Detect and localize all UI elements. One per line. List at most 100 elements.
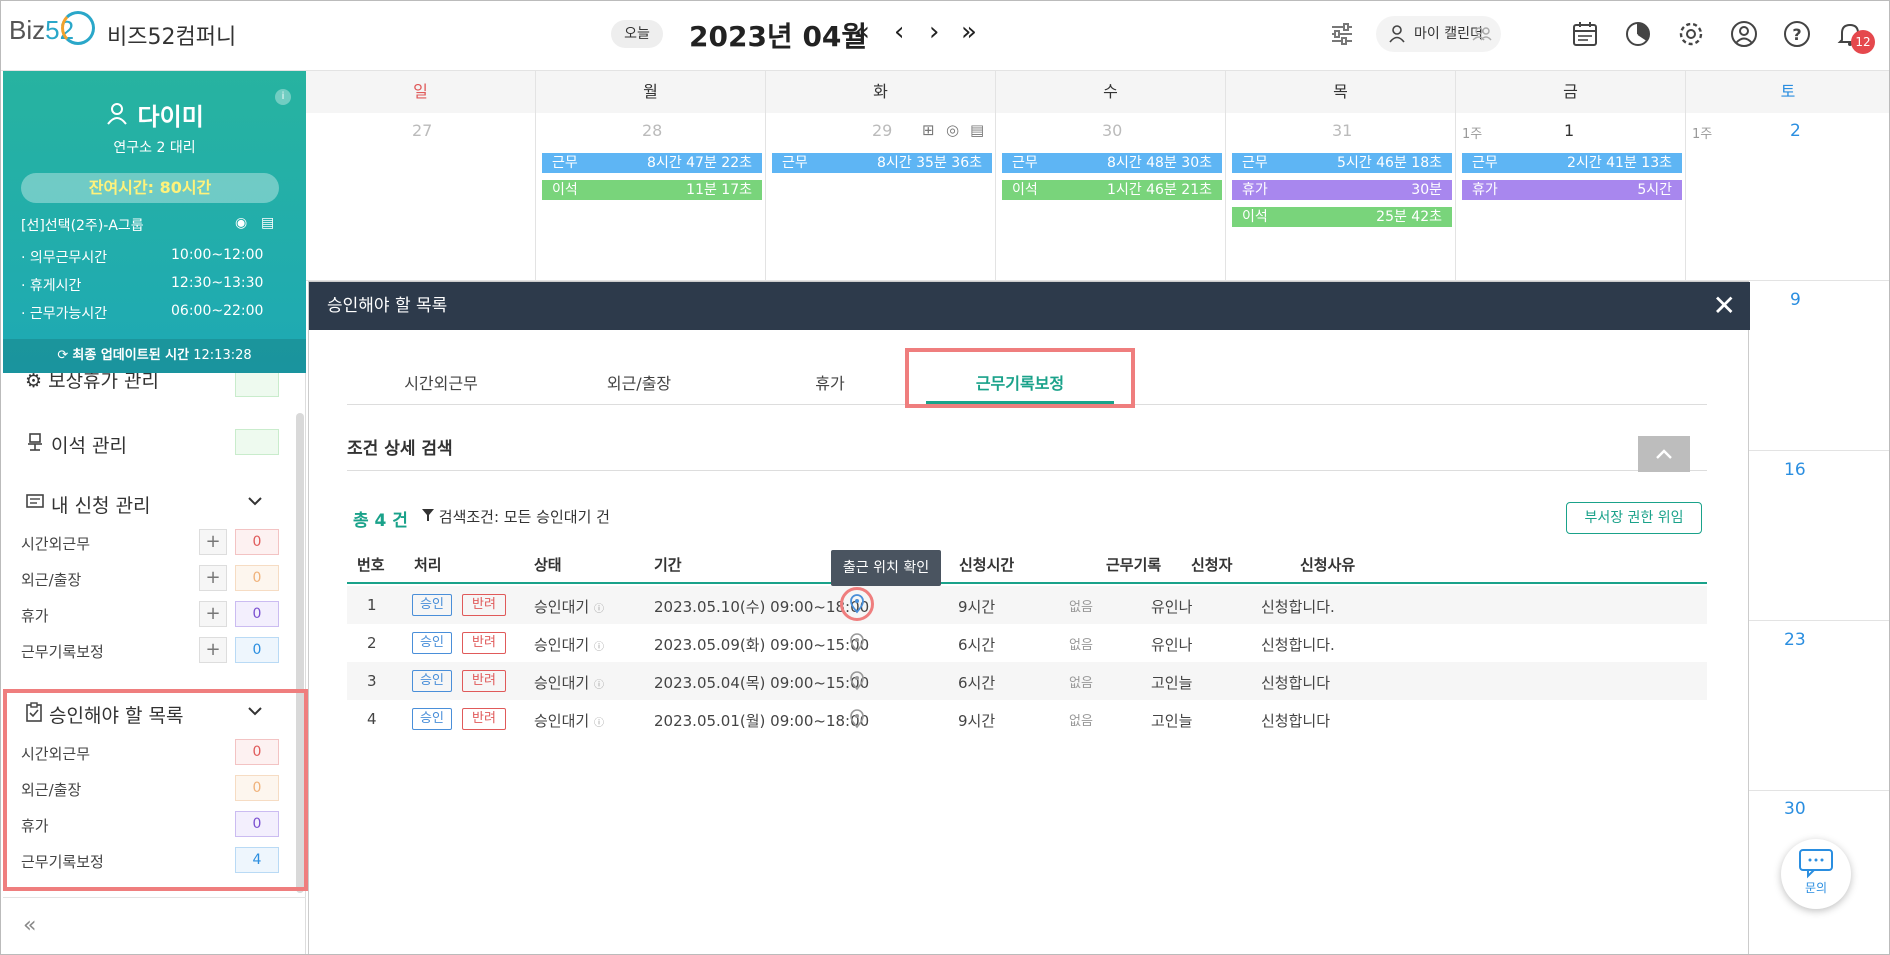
date-number: 1 bbox=[1564, 121, 1575, 140]
event-label: 이석 bbox=[552, 182, 578, 198]
event-away[interactable]: 이석 25분 42초 bbox=[1232, 207, 1452, 227]
date-number: 27 bbox=[412, 121, 433, 140]
info-icon[interactable]: ⓘ bbox=[594, 604, 604, 615]
delegate-authority-button[interactable]: 부서장 권한 위임 bbox=[1566, 502, 1702, 534]
tab-vacation[interactable]: 휴가 bbox=[736, 370, 924, 394]
add-event-icon[interactable]: ⊞ bbox=[922, 121, 935, 139]
chevron-down-icon[interactable] bbox=[247, 493, 263, 513]
tab-overtime[interactable]: 시간외근무 bbox=[347, 370, 535, 394]
prev-month-button[interactable]: ‹ bbox=[894, 17, 904, 47]
request-outside-count[interactable]: 0 bbox=[235, 565, 279, 591]
profile-circle-icon[interactable] bbox=[1728, 18, 1760, 50]
tab-outside-work[interactable]: 외근/출장 bbox=[545, 370, 733, 394]
schedule-duty: · 의무근무시간 10:00~12:00 bbox=[21, 247, 263, 267]
away-list-icon[interactable] bbox=[235, 429, 279, 455]
my-calendar-button[interactable]: 마이 캘린더 bbox=[1376, 16, 1501, 52]
event-value: 5시간 bbox=[1637, 182, 1672, 198]
approve-button[interactable]: 승인 bbox=[412, 708, 452, 730]
sidebar-divider bbox=[3, 897, 306, 898]
next-year-button[interactable]: » bbox=[961, 17, 977, 47]
event-vacation[interactable]: 휴가 30분 bbox=[1232, 180, 1452, 200]
last-updated[interactable]: ⟳ 최종 업데이트된 시간 12:13:28 bbox=[3, 339, 306, 373]
approve-button[interactable]: 승인 bbox=[412, 594, 452, 616]
settings-gear-icon[interactable] bbox=[1675, 18, 1707, 50]
search-condition: 검색조건: 모든 승인대기 건 bbox=[422, 506, 610, 527]
collapse-search-button[interactable] bbox=[1638, 436, 1690, 472]
reject-button[interactable]: 반려 bbox=[462, 708, 506, 730]
event-label: 근무 bbox=[782, 155, 808, 171]
event-value: 8시간 48분 30초 bbox=[1107, 155, 1212, 171]
schedule-duty-value: 10:00~12:00 bbox=[171, 247, 264, 263]
add-outside-button[interactable]: + bbox=[199, 565, 227, 591]
event-away[interactable]: 이석 11분 17초 bbox=[542, 180, 762, 200]
document-icon[interactable]: ▤ bbox=[261, 215, 274, 231]
add-overtime-button[interactable]: + bbox=[199, 529, 227, 555]
help-icon[interactable]: ? bbox=[1781, 18, 1813, 50]
request-overtime-count[interactable]: 0 bbox=[235, 529, 279, 555]
my-requests-header[interactable]: 내 신청 관리 bbox=[25, 491, 151, 518]
schedule-break-value: 12:30~13:30 bbox=[171, 275, 264, 291]
location-pin-icon[interactable]: ◉ bbox=[235, 215, 247, 231]
approve-button[interactable]: 승인 bbox=[412, 632, 452, 654]
inquiry-chat-button[interactable]: 문의 bbox=[1781, 839, 1851, 909]
approve-button[interactable]: 승인 bbox=[412, 670, 452, 692]
location-pin-icon[interactable] bbox=[849, 709, 865, 729]
info-icon[interactable]: ⓘ bbox=[594, 718, 604, 729]
schedule-break-label: · 휴게시간 bbox=[21, 278, 82, 294]
event-vacation[interactable]: 휴가 5시간 bbox=[1462, 180, 1682, 200]
last-updated-time: 12:13:28 bbox=[193, 348, 252, 363]
table-row[interactable]: 3 승인 반려 승인대기 ⓘ 2023.05.04(목) 09:00~15:00… bbox=[347, 662, 1707, 700]
request-correction-count[interactable]: 0 bbox=[235, 637, 279, 663]
location-pin-icon[interactable]: ◎ bbox=[946, 121, 959, 139]
col-request-hours: 신청시간 bbox=[959, 556, 1015, 574]
next-month-button[interactable]: › bbox=[929, 17, 939, 47]
event-work[interactable]: 근무 8시간 48분 30초 bbox=[1002, 153, 1222, 173]
event-label: 이석 bbox=[1012, 182, 1038, 198]
day-cell[interactable] bbox=[1686, 113, 1889, 281]
location-pin-icon[interactable] bbox=[849, 633, 865, 653]
today-button[interactable]: 오늘 bbox=[611, 20, 663, 48]
biz52-logo[interactable]: Biz52 bbox=[9, 11, 95, 46]
prev-year-button[interactable]: « bbox=[854, 17, 870, 47]
away-management-menu[interactable]: 이석 관리 bbox=[25, 431, 127, 458]
row-record: 없음 bbox=[1069, 638, 1093, 653]
row-number: 4 bbox=[367, 710, 377, 728]
row-hours: 9시간 bbox=[958, 598, 996, 616]
refresh-icon[interactable]: ⟳ bbox=[57, 348, 68, 363]
request-vacation-count[interactable]: 0 bbox=[235, 601, 279, 627]
add-correction-button[interactable]: + bbox=[199, 637, 227, 663]
info-icon[interactable]: ⓘ bbox=[594, 642, 604, 653]
add-vacation-button[interactable]: + bbox=[199, 601, 227, 627]
table-row[interactable]: 2 승인 반려 승인대기 ⓘ 2023.05.09(화) 09:00~15:00… bbox=[347, 624, 1707, 662]
dow-sat: 토 bbox=[1686, 71, 1889, 113]
calendar-icon[interactable] bbox=[1569, 18, 1601, 50]
reject-button[interactable]: 반려 bbox=[462, 594, 506, 616]
collapse-sidebar-button[interactable]: « bbox=[23, 913, 36, 938]
row-hours: 6시간 bbox=[958, 674, 996, 692]
event-work[interactable]: 근무 8시간 47분 22초 bbox=[542, 153, 762, 173]
dow-fri: 금 bbox=[1456, 71, 1686, 113]
close-icon[interactable]: ✕ bbox=[1713, 282, 1736, 330]
filter-sliders-icon[interactable] bbox=[1326, 18, 1358, 50]
group-users-icon[interactable] bbox=[1471, 16, 1493, 66]
event-work[interactable]: 근무 8시간 35분 36초 bbox=[772, 153, 992, 173]
checkin-location-icon[interactable] bbox=[840, 587, 874, 621]
dow-thu: 목 bbox=[1226, 71, 1456, 113]
event-away[interactable]: 이석 1시간 46분 21초 bbox=[1002, 180, 1222, 200]
event-work[interactable]: 근무 5시간 46분 18초 bbox=[1232, 153, 1452, 173]
table-row[interactable]: 4 승인 반려 승인대기 ⓘ 2023.05.01(월) 09:00~18:00… bbox=[347, 700, 1707, 738]
memo-icon[interactable]: ▤ bbox=[970, 121, 984, 139]
company-name: 비즈52컴퍼니 bbox=[107, 25, 237, 50]
row-record: 없음 bbox=[1069, 714, 1093, 729]
reject-button[interactable]: 반려 bbox=[462, 670, 506, 692]
table-row[interactable]: 1 승인 반려 승인대기 ⓘ 2023.05.10(수) 09:00~18:00… bbox=[347, 586, 1707, 624]
pie-chart-icon[interactable] bbox=[1622, 18, 1654, 50]
filter-icon bbox=[422, 508, 439, 526]
svg-text:?: ? bbox=[1792, 25, 1801, 44]
date-number: 31 bbox=[1332, 121, 1353, 140]
reject-button[interactable]: 반려 bbox=[462, 632, 506, 654]
info-icon[interactable]: ⓘ bbox=[594, 680, 604, 691]
location-pin-icon[interactable] bbox=[849, 671, 865, 691]
event-work[interactable]: 근무 2시간 41분 13초 bbox=[1462, 153, 1682, 173]
compensation-list-icon[interactable] bbox=[235, 371, 279, 397]
